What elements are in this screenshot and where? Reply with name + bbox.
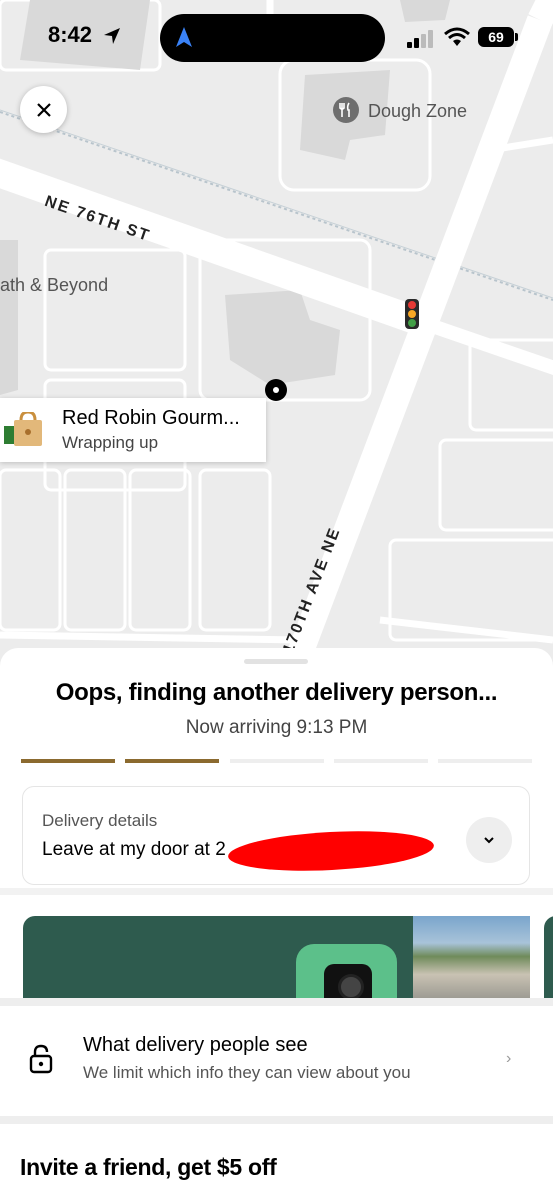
section-divider: [0, 888, 553, 895]
dynamic-island: [160, 14, 385, 62]
progress-segment: [229, 759, 324, 763]
shopping-bag-icon: [4, 412, 42, 446]
map-view[interactable]: 8:42 69 Dough Zone ath & Beyond NE 76TH …: [0, 0, 553, 680]
sheet-drag-handle[interactable]: [244, 659, 308, 664]
promo-carousel-card[interactable]: [23, 916, 530, 1006]
cellular-signal-icon: [407, 30, 433, 48]
section-divider: [0, 998, 553, 1006]
map-canvas: [0, 0, 553, 680]
privacy-info-row[interactable]: What delivery people see We limit which …: [0, 1006, 553, 1116]
progress-segment: [125, 759, 220, 763]
poi-bath-beyond[interactable]: ath & Beyond: [0, 275, 108, 296]
status-bar: 8:42 69: [0, 0, 553, 70]
delivery-details-card[interactable]: Delivery details Leave at my door at 2: [22, 786, 530, 885]
privacy-title: What delivery people see: [83, 1034, 308, 1056]
chevron-down-icon: [484, 837, 494, 844]
bottom-sheet[interactable]: Oops, finding another delivery person...…: [0, 648, 553, 1200]
restaurant-name: Red Robin Gourm...: [62, 407, 240, 429]
invite-friend-heading[interactable]: Invite a friend, get $5 off: [20, 1154, 277, 1181]
delivery-progress-bar: [21, 759, 532, 763]
order-status-title: Oops, finding another delivery person...: [55, 679, 498, 706]
restaurant-card[interactable]: Red Robin Gourm... Wrapping up: [0, 398, 266, 462]
redaction-mark: [227, 826, 435, 876]
restaurant-icon: [333, 97, 359, 123]
battery-tip: [515, 33, 518, 41]
navigation-arrow-icon: [176, 27, 192, 47]
privacy-subtitle: We limit which info they can view about …: [83, 1063, 411, 1082]
delivery-details-value: Leave at my door at 2: [42, 839, 226, 860]
destination-marker-icon[interactable]: [265, 379, 287, 401]
location-arrow-icon: [104, 28, 120, 44]
lock-icon: [29, 1044, 53, 1074]
delivery-details-label: Delivery details: [42, 811, 158, 830]
restaurant-status: Wrapping up: [62, 433, 159, 452]
promo-photo: [413, 916, 530, 1006]
expand-details-button[interactable]: [466, 817, 512, 863]
status-time: 8:42: [48, 22, 93, 47]
progress-segment: [21, 759, 115, 763]
promo-carousel-card-next[interactable]: [544, 916, 553, 1006]
arrival-time: Now arriving 9:13 PM: [185, 717, 368, 738]
section-divider: [0, 1116, 553, 1124]
progress-segment: [438, 759, 532, 763]
wifi-icon: [444, 27, 470, 46]
progress-segment: [333, 759, 428, 763]
poi-dough-zone[interactable]: Dough Zone: [368, 101, 467, 122]
close-icon: [36, 102, 51, 117]
traffic-light-icon: [405, 299, 419, 329]
battery-icon: 69: [478, 27, 514, 47]
chevron-right-icon: ›: [506, 1050, 512, 1067]
close-button[interactable]: [20, 86, 67, 133]
